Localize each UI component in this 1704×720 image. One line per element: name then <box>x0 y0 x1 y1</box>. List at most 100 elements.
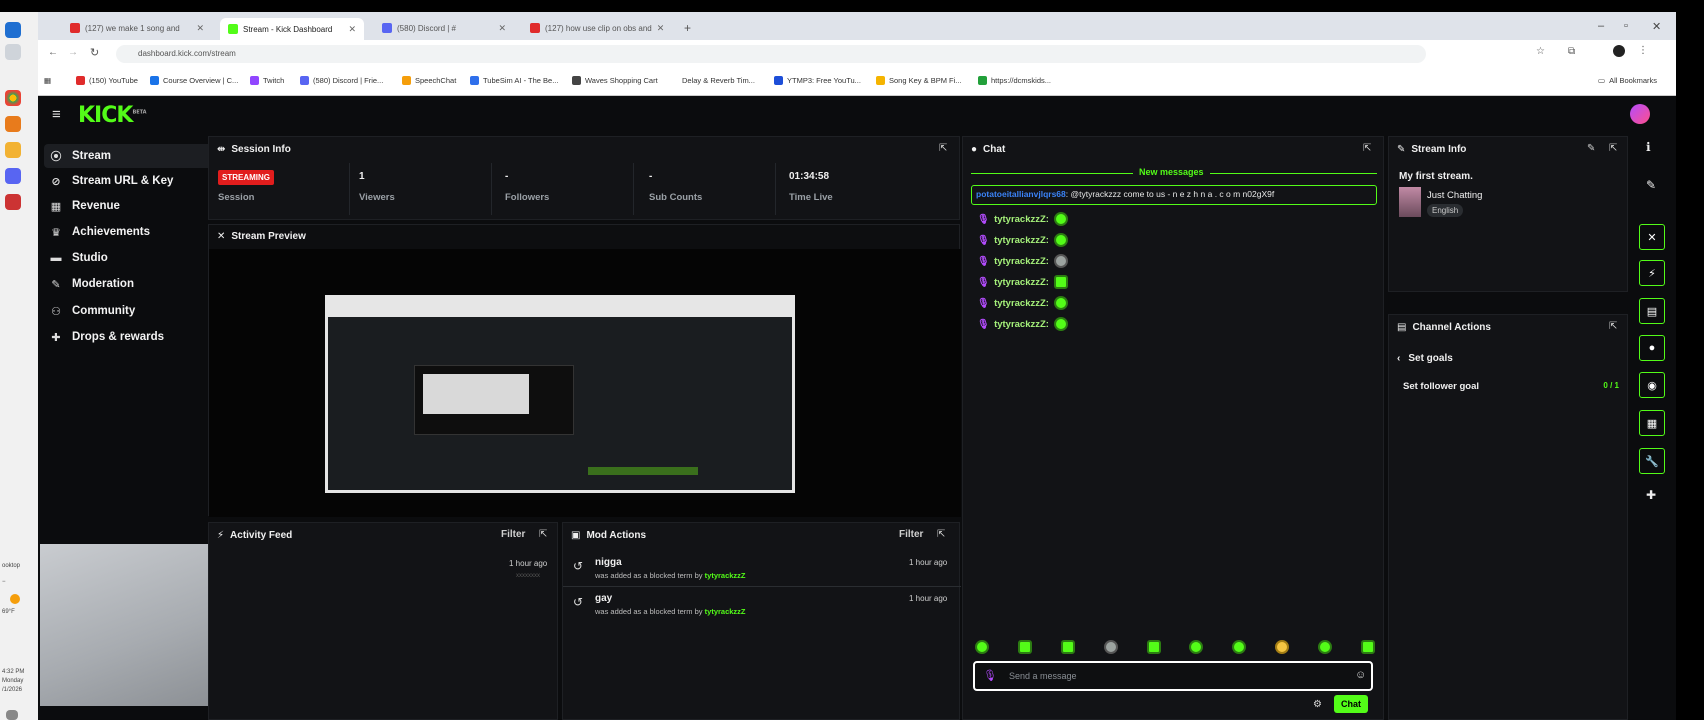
chat-username[interactable]: tytyrackzzZ: <box>994 319 1049 330</box>
mod-filter-button[interactable]: Filter <box>899 529 923 540</box>
emote-icon[interactable] <box>1189 640 1204 654</box>
sidebar-item-stream[interactable]: ⦿ Stream <box>44 144 234 168</box>
add-widget-icon[interactable]: ✚ <box>1646 488 1656 502</box>
highlighted-message[interactable]: potatoeitallianvjlqrs68: @tytyrackzzz co… <box>971 185 1377 205</box>
rail-notes-button[interactable]: ▤ <box>1639 298 1665 324</box>
reload-icon[interactable]: ↻ <box>90 46 99 59</box>
search-icon[interactable] <box>5 44 21 60</box>
chat-username[interactable]: potatoeitallianvjlqrs68 <box>976 189 1066 199</box>
emote-icon[interactable] <box>1060 640 1075 654</box>
chat-message[interactable]: 🎙 tytyrackzzZ: <box>977 211 1068 227</box>
bookmark-twitch[interactable]: Twitch <box>250 76 284 85</box>
profile-avatar[interactable] <box>1613 45 1625 57</box>
emote-icon[interactable] <box>1275 640 1290 654</box>
emote-icon[interactable] <box>1017 640 1032 654</box>
discord-icon[interactable] <box>5 168 21 184</box>
bookmark-delay-reverb[interactable]: Delay & Reverb Tim... <box>682 76 755 85</box>
chat-username[interactable]: tytyrackzzZ: <box>994 214 1049 225</box>
chat-input[interactable]: 🎙 Send a message ☺ <box>973 661 1373 691</box>
set-goals-back[interactable]: ‹ Set goals <box>1397 353 1453 364</box>
sidebar-item-achievements[interactable]: ♛ Achievements <box>44 220 234 244</box>
edit-icon[interactable]: ✎ <box>1587 143 1595 154</box>
emote-icon[interactable] <box>1232 640 1247 654</box>
minimize-button[interactable]: – <box>1598 20 1604 32</box>
bookmark-tubesim[interactable]: TubeSim AI - The Be... <box>470 76 558 85</box>
bookmark-songkey[interactable]: Song Key & BPM Fi... <box>876 76 962 85</box>
close-icon[interactable]: ✕ <box>196 23 204 34</box>
clock-time[interactable]: 4:32 PM <box>0 668 38 677</box>
user-avatar[interactable] <box>1630 104 1650 124</box>
all-bookmarks[interactable]: ▭ All Bookmarks <box>1598 76 1657 85</box>
sidebar-item-moderation[interactable]: ✎ Moderation <box>44 272 234 296</box>
folder-icon[interactable] <box>5 142 21 158</box>
notification-icon[interactable] <box>6 710 18 720</box>
emote-icon[interactable] <box>975 640 989 654</box>
bookmark-course[interactable]: Course Overview | C... <box>150 76 238 85</box>
popout-icon[interactable]: ⇱ <box>1363 143 1371 154</box>
sidebar-item-stream-url-key[interactable]: ⊘ Stream URL & Key <box>44 169 234 193</box>
send-chat-button[interactable]: Chat <box>1334 695 1368 713</box>
tab-youtube[interactable]: (127) we make 1 song and ✕ <box>62 18 212 38</box>
chat-message[interactable]: 🎙 tytyrackzzZ: <box>977 316 1068 332</box>
popout-icon[interactable]: ⇱ <box>539 529 547 540</box>
firefox-icon[interactable] <box>5 116 21 132</box>
bookmark-ytmp3[interactable]: YTMP3: Free YouTu... <box>774 76 861 85</box>
bookmark-youtube[interactable]: (150) YouTube <box>76 76 138 85</box>
activity-filter-button[interactable]: Filter <box>501 529 525 540</box>
popout-icon[interactable]: ⇱ <box>1609 321 1617 332</box>
chat-username[interactable]: tytyrackzzZ: <box>994 235 1049 246</box>
window-close-button[interactable]: ✕ <box>1652 20 1661 33</box>
extensions-icon[interactable]: ⧉ <box>1568 46 1575 57</box>
forward-icon[interactable]: → <box>68 47 78 58</box>
sidebar-item-revenue[interactable]: ▦ Revenue <box>44 194 234 218</box>
bookmark-discord[interactable]: (580) Discord | Frie... <box>300 76 383 85</box>
obs-icon[interactable] <box>5 194 21 210</box>
chat-message[interactable]: 🎙 tytyrackzzZ: <box>977 253 1068 269</box>
follower-goal-row[interactable]: Set follower goal 0 / 1 <box>1403 381 1619 401</box>
sidebar-item-studio[interactable]: ▬Studio⌄ <box>44 246 234 270</box>
close-icon[interactable]: ✕ <box>657 23 665 34</box>
bookmark-waves[interactable]: Waves Shopping Cart <box>572 76 658 85</box>
settings-icon[interactable]: ⚙ <box>1313 699 1322 710</box>
chat-message[interactable]: 🎙 tytyrackzzZ: <box>977 295 1068 311</box>
edit-icon[interactable]: ✎ <box>1646 178 1656 192</box>
hamburger-icon[interactable]: ≡ <box>52 106 61 123</box>
bookmark-dcmskids[interactable]: https://dcmskids... <box>978 76 1051 85</box>
url-input[interactable]: dashboard.kick.com/stream <box>116 45 1426 63</box>
tab-youtube-obs[interactable]: (127) how use clip on obs and ✕ <box>522 18 672 38</box>
tab-discord[interactable]: (580) Discord | # ✕ <box>374 18 514 38</box>
chat-username[interactable]: tytyrackzzZ: <box>994 298 1049 309</box>
popout-icon[interactable]: ⇱ <box>939 143 947 154</box>
kick-logo[interactable]: KICKBETA <box>78 103 147 128</box>
undo-icon[interactable]: ↺ <box>573 559 583 573</box>
popout-icon[interactable]: ⇱ <box>1609 143 1617 154</box>
chat-message[interactable]: 🎙 tytyrackzzZ: <box>977 274 1068 290</box>
emote-icon[interactable] <box>1318 640 1332 654</box>
bookmark-speechchat[interactable]: SpeechChat <box>402 76 456 85</box>
rail-moderation-button[interactable]: 🔧 <box>1639 448 1665 474</box>
info-icon[interactable]: ℹ <box>1646 140 1651 154</box>
chrome-icon[interactable] <box>5 90 21 106</box>
rail-chat-button[interactable]: ● <box>1639 335 1665 361</box>
new-tab-button[interactable]: + <box>676 18 700 38</box>
emote-icon[interactable] <box>1360 640 1375 654</box>
weather-icon[interactable] <box>10 594 20 604</box>
rail-actions-button[interactable]: ▦ <box>1639 410 1665 436</box>
undo-icon[interactable]: ↺ <box>573 595 583 609</box>
emote-icon[interactable] <box>1146 640 1161 654</box>
mod-user[interactable]: tytyrackzzZ <box>705 607 746 616</box>
rail-preview-button[interactable]: ✕ <box>1639 224 1665 250</box>
windows-start-icon[interactable] <box>5 22 21 38</box>
chat-message[interactable]: 🎙 tytyrackzzZ: <box>977 232 1068 248</box>
list-item[interactable]: ↺ gay was added as a blocked term by tyt… <box>563 589 961 623</box>
chat-username[interactable]: tytyrackzzZ: <box>994 277 1049 288</box>
apps-icon[interactable]: ▦ <box>44 76 51 85</box>
preview-video[interactable] <box>209 249 961 517</box>
sidebar-item-drops-rewards[interactable]: ✚ Drops & rewards <box>44 325 234 349</box>
back-icon[interactable]: ← <box>48 47 58 58</box>
emoji-icon[interactable]: ☺ <box>1355 669 1366 681</box>
list-item[interactable]: ↺ nigga was added as a blocked term by t… <box>563 553 961 587</box>
rail-activity-button[interactable]: ⚡ <box>1639 260 1665 286</box>
rail-broadcast-button[interactable]: ◉ <box>1639 372 1665 398</box>
tab-kick-dashboard[interactable]: Stream - Kick Dashboard ✕ <box>220 18 364 40</box>
